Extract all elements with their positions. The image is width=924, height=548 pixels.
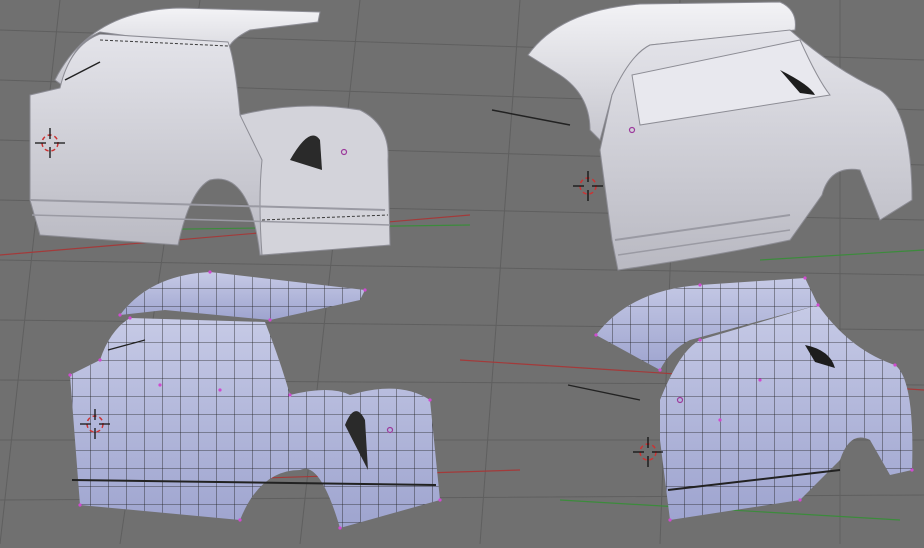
viewport-top-left[interactable] bbox=[29, 7, 391, 256]
viewport-bottom-left[interactable] bbox=[68, 270, 442, 530]
3d-viewport-area[interactable] bbox=[0, 0, 924, 545]
3d-cursor-icon[interactable] bbox=[633, 437, 663, 467]
viewport-top-right[interactable] bbox=[491, 1, 913, 271]
rear-panel[interactable] bbox=[239, 105, 391, 256]
viewport-canvas[interactable] bbox=[0, 0, 924, 545]
3d-cursor-icon[interactable] bbox=[573, 171, 603, 201]
viewport-bottom-right[interactable] bbox=[567, 276, 914, 522]
